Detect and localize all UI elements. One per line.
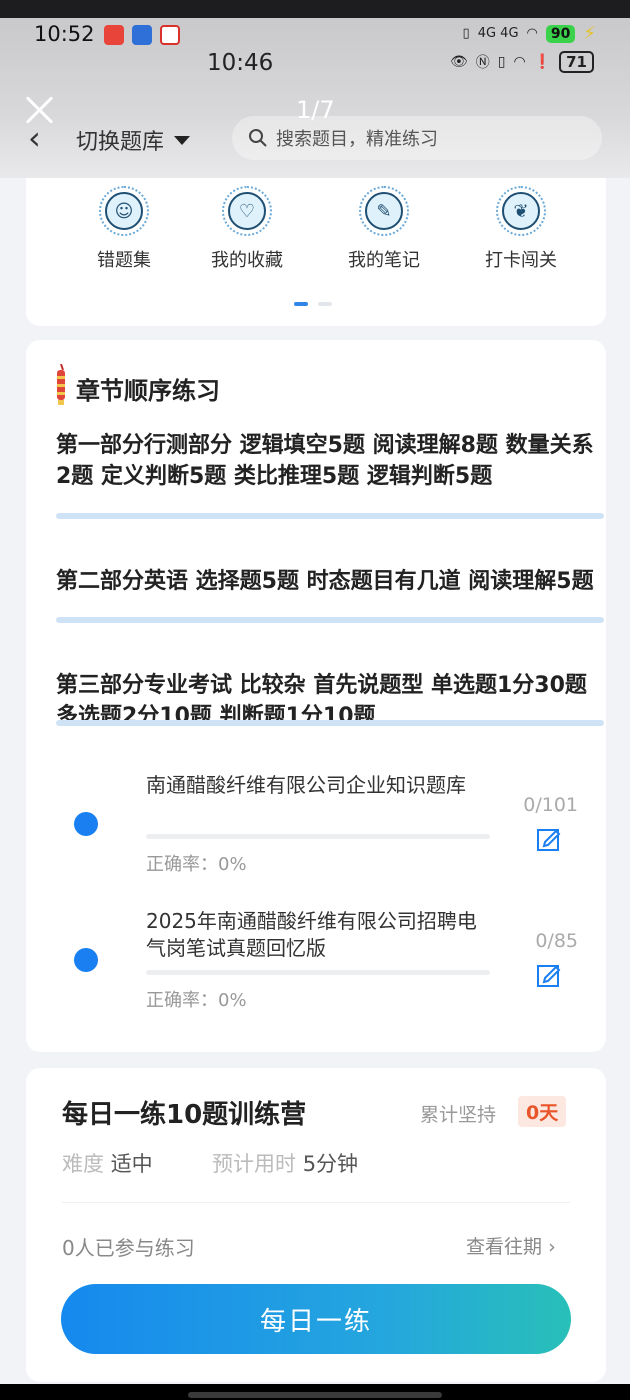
app-notification-icon (132, 25, 152, 45)
tool-notes[interactable]: ✎ 我的笔记 (334, 186, 434, 272)
tool-checkin[interactable]: ❦ 打卡闯关 (471, 186, 571, 272)
back-arrow-icon[interactable]: ‹ (28, 121, 48, 155)
chapter-card: 章节顺序练习 第一部分行测部分 逻辑填空5题 阅读理解8题 数量关系2题 定义判… (26, 340, 606, 1052)
estimated-time: 预计用时 5分钟 (212, 1148, 358, 1178)
section-heading: 第二部分英语 选择题5题 时态题目有几道 阅读理解5题 (56, 569, 594, 594)
tool-label: 打卡闯关 (485, 250, 557, 271)
section-underline (56, 513, 604, 519)
list-item[interactable]: 南通醋酸纤维有限公司企业知识题库 正确率：0% 0/101 (26, 772, 606, 892)
section-underline (56, 617, 604, 623)
battery-icon: 71 (559, 51, 594, 73)
vibrate-icon: ▯ (462, 26, 470, 41)
battery-icon: 90 (545, 24, 576, 43)
item-progress-bar (146, 834, 490, 839)
item-name: 2025年南通醋酸纤维有限公司招聘电气岗笔试真题回忆版 (146, 909, 477, 960)
history-link[interactable]: 查看往期 › (466, 1232, 556, 1259)
note-icon: ✎ (365, 192, 403, 230)
time-value: 5分钟 (302, 1152, 359, 1176)
nfc-icon: Ⓝ (475, 55, 490, 71)
daily-practice-button[interactable]: 每日一练 (61, 1284, 571, 1354)
app-notification-icon (160, 25, 180, 45)
switch-bank-dropdown[interactable]: 切换题库 (76, 124, 191, 156)
daily-title: 每日一练10题训练营 (62, 1100, 307, 1130)
firecracker-icon (57, 364, 65, 405)
edit-icon[interactable] (536, 962, 562, 988)
wifi-icon: ◠ (526, 26, 538, 41)
carousel-dot-active (294, 302, 308, 306)
caret-down-icon (174, 135, 191, 145)
network-label: 4G 4G (477, 26, 519, 41)
section-underline (56, 720, 604, 726)
chapter-title: 章节顺序练习 (54, 364, 220, 406)
item-accuracy: 正确率：0% (146, 854, 247, 875)
app-notification-icon (104, 25, 124, 45)
difficulty-label: 难度 (62, 1152, 104, 1176)
difficulty-value: 适中 (110, 1152, 153, 1176)
status-time-outer: 10:52 (34, 22, 95, 46)
tool-label: 我的笔记 (348, 250, 420, 271)
search-input[interactable]: 搜索题目，精准练习 (232, 116, 602, 160)
status-time-inner: 10:46 (207, 50, 274, 76)
tools-card: ☺ 错题集 ♡ 我的收藏 ✎ 我的笔记 ❦ 打卡闯关 (26, 178, 606, 326)
item-accuracy: 正确率：0% (146, 990, 247, 1011)
tool-label: 我的收藏 (211, 250, 283, 271)
heart-icon: ♡ (228, 192, 266, 230)
chevron-right-icon: › (548, 1236, 556, 1258)
alert-icon: ❗ (533, 54, 552, 70)
head-icon: ☺ (105, 192, 143, 230)
item-bullet (74, 812, 98, 836)
list-item[interactable]: 2025年南通醋酸纤维有限公司招聘电气岗笔试真题回忆版 正确率：0% 0/85 (26, 908, 606, 1028)
item-count: 0/85 (535, 930, 578, 952)
wifi-icon: ◠ (513, 54, 526, 70)
charging-icon: ⚡ (583, 23, 596, 44)
history-label: 查看往期 (466, 1236, 543, 1258)
search-placeholder: 搜索题目，精准练习 (276, 129, 438, 150)
carousel-dots (294, 302, 332, 306)
switch-bank-label: 切换题库 (76, 130, 165, 155)
divider (62, 1202, 570, 1203)
edit-icon[interactable] (536, 826, 562, 852)
chapter-title-text: 章节顺序练习 (76, 376, 220, 405)
outer-status-bar (0, 0, 630, 18)
eye-icon: 👁 (449, 54, 468, 70)
item-count: 0/101 (523, 794, 578, 816)
time-label: 预计用时 (212, 1152, 296, 1176)
daily-practice-card: 每日一练10题训练营 累计坚持 0天 难度 适中 预计用时 5分钟 0人已参与练… (26, 1068, 606, 1382)
tool-favorites[interactable]: ♡ 我的收藏 (197, 186, 297, 272)
search-icon (249, 129, 267, 147)
status-bar-inner: 10:46 👁 Ⓝ ▯ ◠ ❗ 71 (0, 46, 630, 80)
tool-wrong-questions[interactable]: ☺ 错题集 (74, 186, 174, 272)
section-heading: 第一部分行测部分 逻辑填空5题 阅读理解8题 数量关系2题 定义判断5题 类比推… (56, 433, 594, 489)
home-indicator[interactable] (188, 1392, 442, 1398)
leaf-icon: ❦ (502, 192, 540, 230)
participants-count: 0人已参与练习 (62, 1236, 195, 1260)
carousel-dot (318, 302, 332, 306)
item-progress-bar (146, 970, 490, 975)
item-bullet (74, 948, 98, 972)
streak-label: 累计坚持 (420, 1104, 497, 1126)
difficulty: 难度 适中 (62, 1148, 153, 1178)
tool-label: 错题集 (97, 250, 151, 271)
streak-badge: 0天 (518, 1096, 567, 1127)
vibrate-icon: ▯ (497, 54, 506, 70)
item-name: 南通醋酸纤维有限公司企业知识题库 (146, 773, 466, 797)
